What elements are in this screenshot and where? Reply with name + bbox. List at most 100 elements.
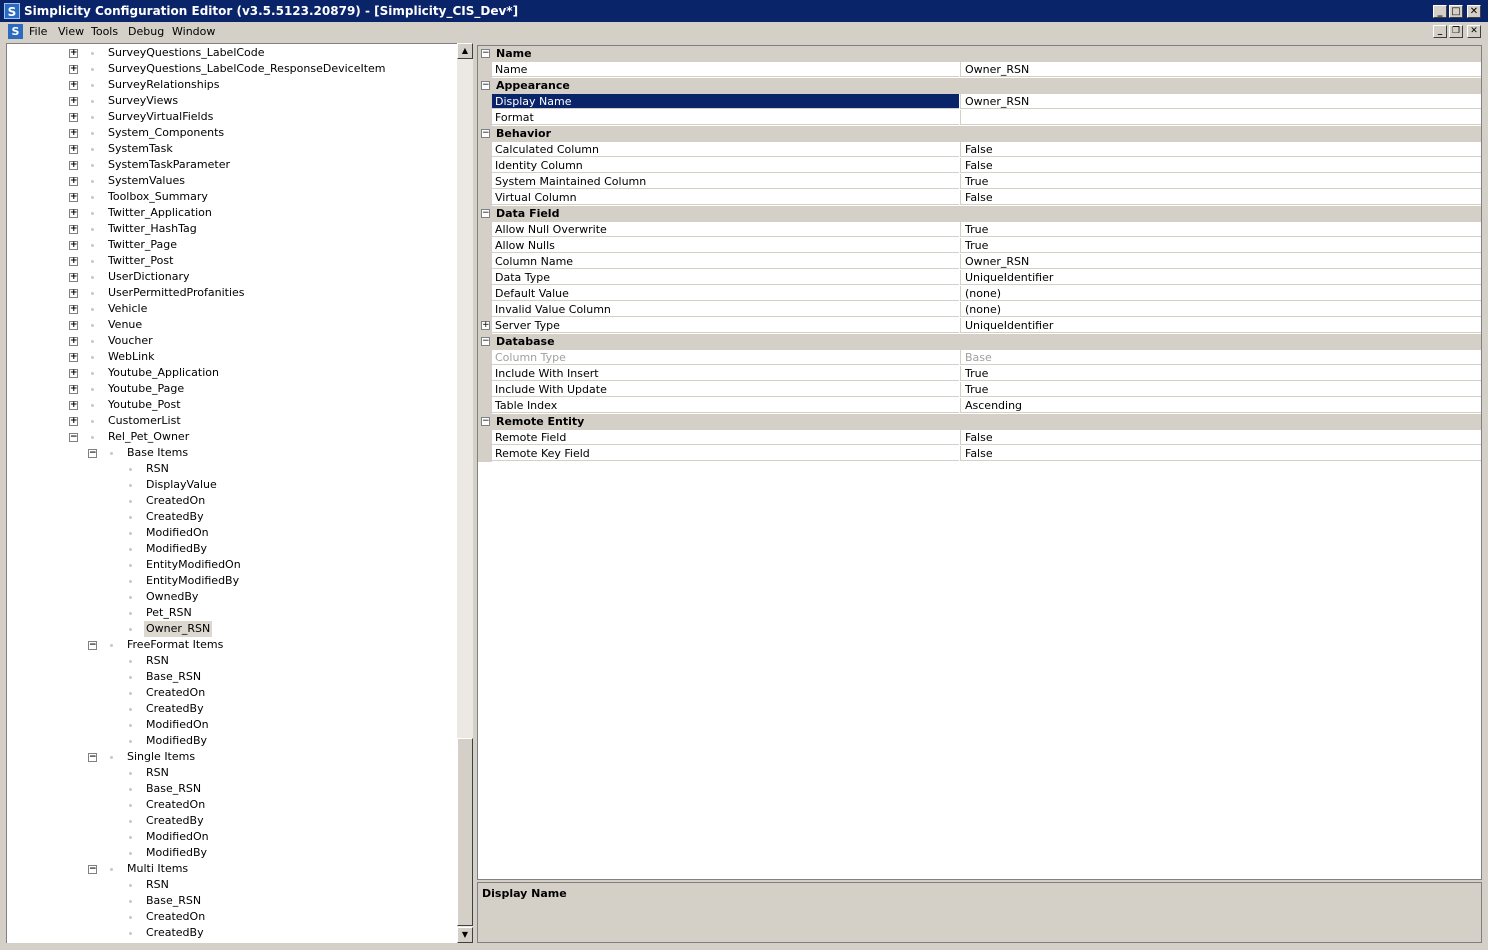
mdi-restore-button[interactable]: ❐ (1449, 25, 1463, 38)
expand-icon[interactable]: + (69, 337, 78, 346)
tree-node-label[interactable]: Youtube_Page (106, 381, 186, 397)
property-value[interactable]: True (960, 366, 1481, 381)
tree-node-label[interactable]: Pet_RSN (144, 605, 194, 621)
tree-node-label[interactable]: SurveyViews (106, 93, 180, 109)
tree-node[interactable]: + Vehicle (7, 301, 457, 317)
expand-icon[interactable]: + (69, 289, 78, 298)
tree-node-label[interactable]: RSN (144, 765, 171, 781)
tree-node[interactable]: Base_RSN (7, 781, 457, 797)
property-value[interactable]: False (960, 142, 1481, 157)
tree-node-label[interactable]: Multi Items (125, 861, 190, 877)
tree-node[interactable]: RSN (7, 461, 457, 477)
tree-node-label[interactable]: Base_RSN (144, 669, 203, 685)
tree-node[interactable]: + Twitter_Page (7, 237, 457, 253)
tree-node[interactable]: + SystemTask (7, 141, 457, 157)
tree-node-label[interactable]: ModifiedBy (144, 845, 209, 861)
property-row[interactable]: Include With Insert True (478, 366, 1481, 382)
property-name[interactable]: System Maintained Column (492, 174, 959, 189)
property-row[interactable]: Allow Null Overwrite True (478, 222, 1481, 238)
tree-node[interactable]: + SurveyRelationships (7, 77, 457, 93)
tree-node-label[interactable]: CreatedOn (144, 797, 207, 813)
collapse-icon[interactable]: − (481, 129, 490, 138)
tree-node-label[interactable]: RSN (144, 877, 171, 893)
property-name[interactable]: Include With Insert (492, 366, 959, 381)
tree-node-label[interactable]: OwnedBy (144, 589, 200, 605)
tree-node[interactable]: + CustomerList (7, 413, 457, 429)
tree-node-label[interactable]: ModifiedBy (144, 541, 209, 557)
tree-node-label[interactable]: Rel_Pet_Owner (106, 429, 191, 445)
tree-node[interactable]: CreatedOn (7, 493, 457, 509)
menu-debug[interactable]: Debug (128, 25, 164, 38)
expand-icon[interactable]: + (69, 209, 78, 218)
property-value[interactable]: Owner_RSN (960, 62, 1481, 77)
tree-node-label[interactable]: Voucher (106, 333, 155, 349)
property-name[interactable]: Column Name (492, 254, 959, 269)
tree-node[interactable]: + SurveyQuestions_LabelCode_ResponseDevic… (7, 61, 457, 77)
collapse-icon[interactable]: − (88, 753, 97, 762)
tree-node[interactable]: + UserDictionary (7, 269, 457, 285)
tree-node[interactable]: Pet_RSN (7, 605, 457, 621)
tree-node-label[interactable]: SurveyRelationships (106, 77, 222, 93)
tree-node[interactable]: + Twitter_Application (7, 205, 457, 221)
tree-node[interactable]: ModifiedBy (7, 845, 457, 861)
expand-icon[interactable]: + (69, 401, 78, 410)
property-row[interactable]: Remote Key Field False (478, 446, 1481, 462)
mdi-minimize-button[interactable]: _ (1433, 25, 1447, 38)
expand-icon[interactable]: + (69, 65, 78, 74)
property-value[interactable]: (none) (960, 302, 1481, 317)
tree-node-label[interactable]: ModifiedOn (144, 525, 211, 541)
collapse-icon[interactable]: − (481, 337, 490, 346)
collapse-icon[interactable]: − (481, 209, 490, 218)
tree-node[interactable]: OwnedBy (7, 589, 457, 605)
property-name[interactable]: Virtual Column (492, 190, 959, 205)
tree-node-label[interactable]: SurveyVirtualFields (106, 109, 215, 125)
property-name[interactable]: Table Index (492, 398, 959, 413)
tree-node[interactable]: + Venue (7, 317, 457, 333)
maximize-button[interactable]: □ (1449, 5, 1463, 18)
tree-node[interactable]: − Base Items (7, 445, 457, 461)
property-category[interactable]: − Database (478, 334, 1481, 350)
tree-node[interactable]: − Multi Items (7, 861, 457, 877)
tree-node-label[interactable]: Twitter_Page (106, 237, 179, 253)
property-category[interactable]: − Name (478, 46, 1481, 62)
expand-icon[interactable]: + (69, 417, 78, 426)
tree-node[interactable]: + Voucher (7, 333, 457, 349)
tree-node-label[interactable]: EntityModifiedOn (144, 557, 243, 573)
property-value[interactable]: UniqueIdentifier (960, 270, 1481, 285)
expand-icon[interactable]: + (69, 161, 78, 170)
tree-node-label[interactable]: ModifiedOn (144, 829, 211, 845)
menu-file[interactable]: File (29, 25, 47, 38)
tree-node-label[interactable]: Youtube_Application (106, 365, 221, 381)
collapse-icon[interactable]: − (481, 81, 490, 90)
property-row[interactable]: Virtual Column False (478, 190, 1481, 206)
tree-node-label[interactable]: ModifiedOn (144, 717, 211, 733)
tree-scrollbar[interactable]: ▲ ▼ (457, 43, 473, 943)
property-row[interactable]: Invalid Value Column (none) (478, 302, 1481, 318)
tree-node[interactable]: + System_Components (7, 125, 457, 141)
tree-node-label[interactable]: UserDictionary (106, 269, 192, 285)
mdi-close-button[interactable]: ✕ (1467, 25, 1481, 38)
collapse-icon[interactable]: − (481, 49, 490, 58)
property-row[interactable]: Include With Update True (478, 382, 1481, 398)
tree-node-label[interactable]: SurveyQuestions_LabelCode (106, 45, 267, 61)
collapse-icon[interactable]: − (88, 865, 97, 874)
expand-icon[interactable]: + (69, 49, 78, 58)
property-row[interactable]: Column Type Base (478, 350, 1481, 366)
close-button[interactable]: ✕ (1467, 5, 1481, 18)
tree-node[interactable]: ModifiedBy (7, 733, 457, 749)
property-value[interactable]: Base (960, 350, 1481, 365)
property-name[interactable]: Identity Column (492, 158, 959, 173)
property-name[interactable]: Column Type (492, 350, 959, 365)
tree-node[interactable]: EntityModifiedBy (7, 573, 457, 589)
tree-node-label[interactable]: Base Items (125, 445, 190, 461)
tree-node-label[interactable]: Owner_RSN (144, 621, 213, 637)
expand-icon[interactable]: + (69, 241, 78, 250)
tree-node-label[interactable]: ModifiedBy (144, 733, 209, 749)
property-row[interactable]: Remote Field False (478, 430, 1481, 446)
expand-icon[interactable]: + (69, 193, 78, 202)
tree-node-label[interactable]: CreatedOn (144, 685, 207, 701)
expand-icon[interactable]: + (69, 145, 78, 154)
tree-node-label[interactable]: CreatedBy (144, 509, 206, 525)
collapse-icon[interactable]: − (481, 417, 490, 426)
menu-tools[interactable]: Tools (91, 25, 118, 38)
